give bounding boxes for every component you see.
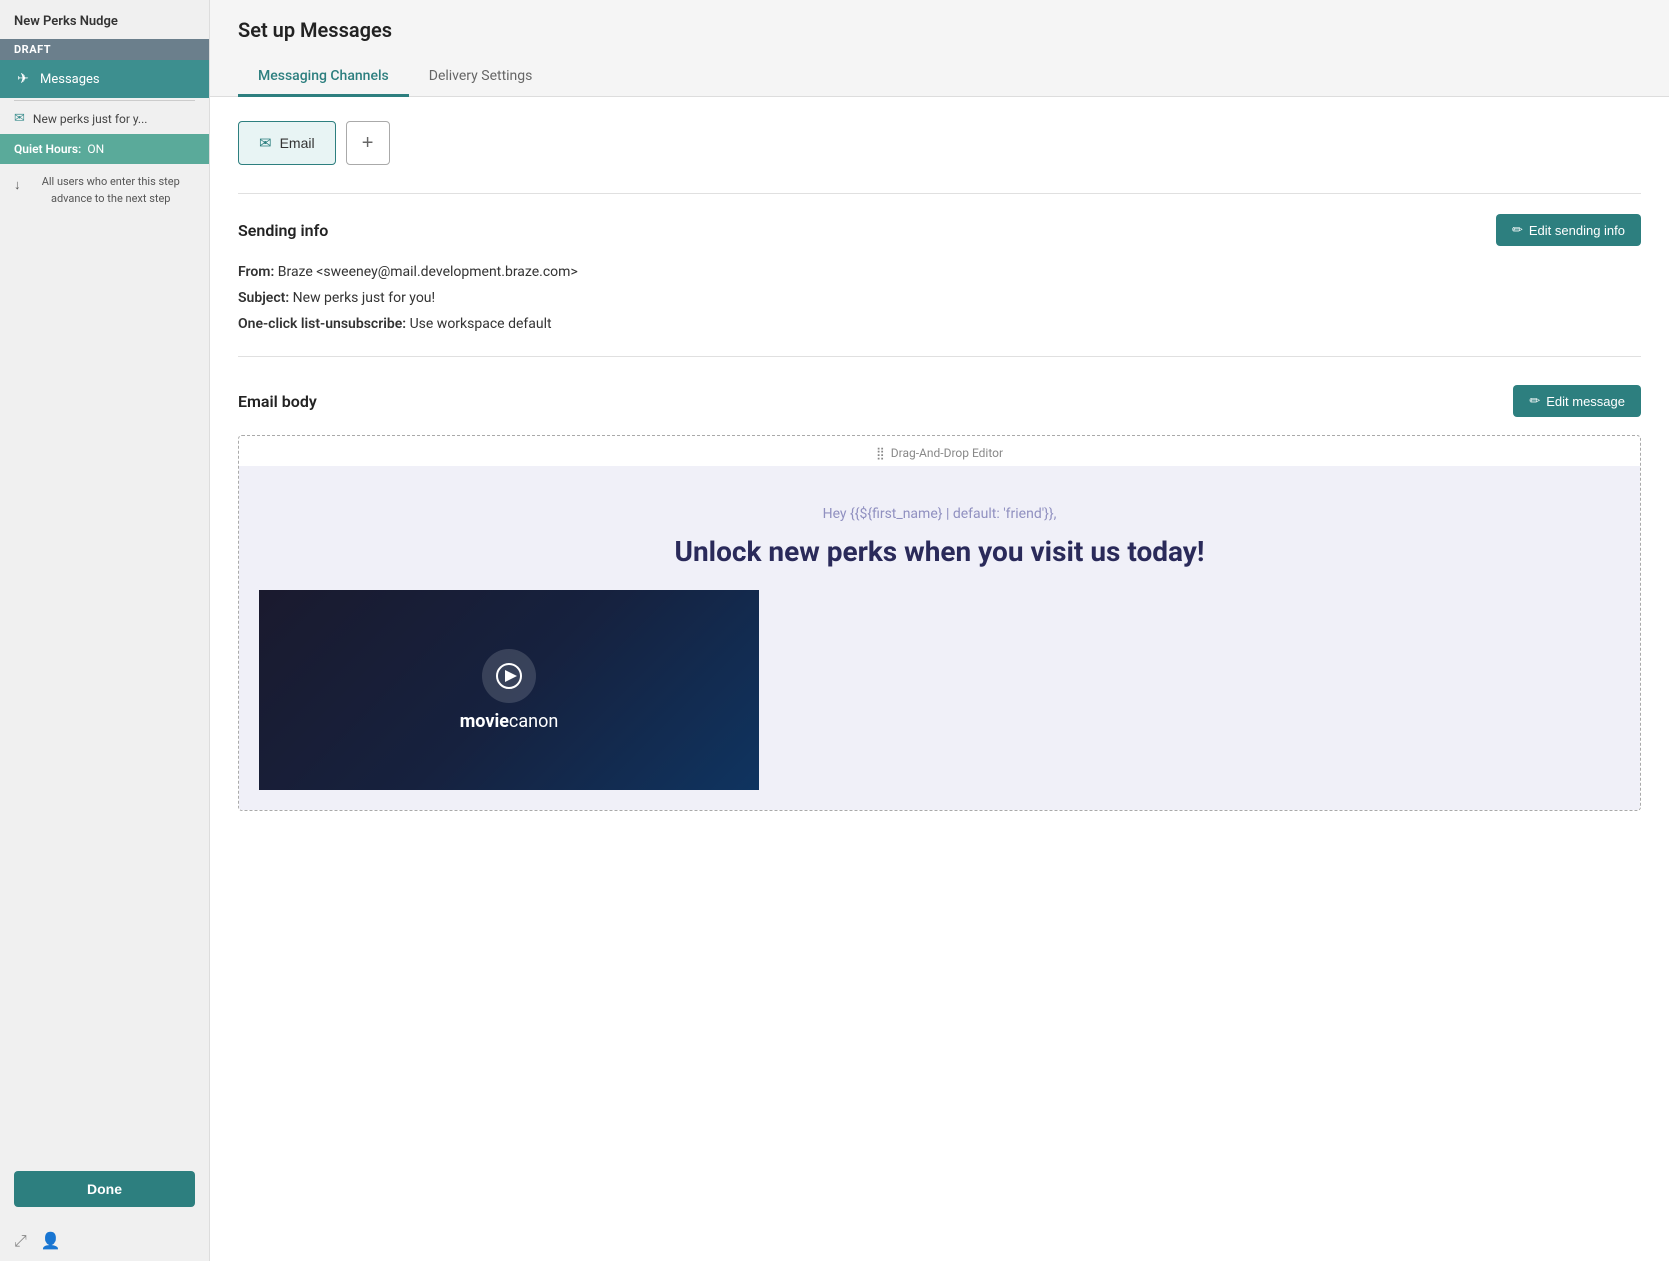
unsubscribe-label: One-click list-unsubscribe:: [238, 316, 406, 332]
sidebar-title: New Perks Nudge: [0, 0, 209, 39]
brand-regular: canon: [509, 711, 558, 732]
section-divider-2: [238, 356, 1641, 357]
unsubscribe-field: One-click list-unsubscribe: Use workspac…: [238, 316, 1641, 332]
email-headline: Unlock new perks when you visit us today…: [259, 534, 1620, 570]
sidebar-divider: [14, 100, 195, 101]
edit-sending-info-button[interactable]: ✏ Edit sending info: [1496, 214, 1641, 246]
email-preview: ⣿ Drag-And-Drop Editor Hey {{${first_nam…: [238, 435, 1641, 811]
subject-field: Subject: New perks just for you!: [238, 290, 1641, 306]
sidebar: New Perks Nudge DRAFT ✈ Messages ✉ New p…: [0, 0, 210, 1261]
email-channel-label: Email: [280, 135, 315, 151]
movie-logo-circle: [482, 649, 536, 703]
sidebar-item-messages[interactable]: ✈ Messages: [0, 60, 209, 98]
edit-sending-info-label: Edit sending info: [1529, 223, 1625, 238]
sending-info-title: Sending info: [238, 221, 328, 240]
sidebar-bottom-icons: ⤢ 👤: [0, 1221, 209, 1261]
section-divider-1: [238, 193, 1641, 194]
edit-sending-info-icon: ✏: [1512, 222, 1523, 238]
channel-row: ✉ Email +: [238, 121, 1641, 165]
add-channel-button[interactable]: +: [346, 121, 390, 165]
add-channel-icon: +: [362, 132, 374, 155]
email-image: moviecanon: [259, 590, 759, 790]
user-icon[interactable]: 👤: [41, 1231, 61, 1251]
email-channel-icon: ✉: [259, 134, 272, 152]
subject-label: Subject:: [238, 290, 289, 306]
tab-delivery-settings[interactable]: Delivery Settings: [409, 58, 553, 97]
from-label: From:: [238, 264, 274, 280]
email-body-title: Email body: [238, 392, 317, 411]
email-body-header: Email body ✏ Edit message: [238, 385, 1641, 417]
movie-brand: moviecanon: [460, 711, 559, 732]
subject-value: New perks just for you!: [293, 290, 435, 306]
email-sub-icon: ✉: [14, 111, 25, 126]
sidebar-item-messages-label: Messages: [40, 72, 100, 87]
main-content: Set up Messages Messaging Channels Deliv…: [210, 0, 1669, 1261]
unsubscribe-value: Use workspace default: [410, 316, 552, 332]
edit-message-label: Edit message: [1546, 394, 1625, 409]
draft-label: DRAFT: [0, 39, 209, 60]
sidebar-sub-item-new-perks[interactable]: ✉ New perks just for y...: [0, 103, 209, 134]
messages-icon: ✈: [14, 70, 32, 88]
email-content-preview: Hey {{${first_name} | default: 'friend'}…: [239, 466, 1640, 810]
brand-bold: movie: [460, 711, 509, 732]
tabs: Messaging Channels Delivery Settings: [238, 58, 1641, 96]
sidebar-footer: Done: [0, 1157, 209, 1221]
email-channel-button[interactable]: ✉ Email: [238, 121, 336, 165]
page-title: Set up Messages: [238, 18, 1641, 42]
email-greeting: Hey {{${first_name} | default: 'friend'}…: [259, 506, 1620, 522]
sending-info-header: Sending info ✏ Edit sending info: [238, 214, 1641, 246]
advance-text: All users who enter this step advance to…: [27, 174, 196, 207]
email-body-section: Email body ✏ Edit message ⣿ Drag-And-Dro…: [238, 385, 1641, 811]
advance-text-container: ↓ All users who enter this step advance …: [0, 164, 209, 217]
main-body: ✉ Email + Sending info ✏ Edit sending in…: [210, 97, 1669, 1261]
edit-message-button[interactable]: ✏ Edit message: [1513, 385, 1641, 417]
from-field: From: Braze <sweeney@mail.development.br…: [238, 264, 1641, 280]
from-value: Braze <sweeney@mail.development.braze.co…: [278, 264, 578, 280]
drag-drop-label: ⣿ Drag-And-Drop Editor: [239, 436, 1640, 466]
sidebar-sub-item-label: New perks just for y...: [33, 112, 148, 126]
drag-drop-icon: ⣿: [876, 446, 885, 460]
done-button[interactable]: Done: [14, 1171, 195, 1207]
tab-messaging-channels[interactable]: Messaging Channels: [238, 58, 409, 97]
quiet-hours-label: Quiet Hours:: [14, 142, 81, 156]
quiet-hours-item[interactable]: Quiet Hours: ON: [0, 134, 209, 164]
edit-message-icon: ✏: [1529, 393, 1540, 409]
expand-icon[interactable]: ⤢: [14, 1231, 27, 1251]
quiet-hours-value: ON: [87, 142, 104, 156]
advance-icon: ↓: [14, 176, 21, 196]
main-header: Set up Messages Messaging Channels Deliv…: [210, 0, 1669, 97]
